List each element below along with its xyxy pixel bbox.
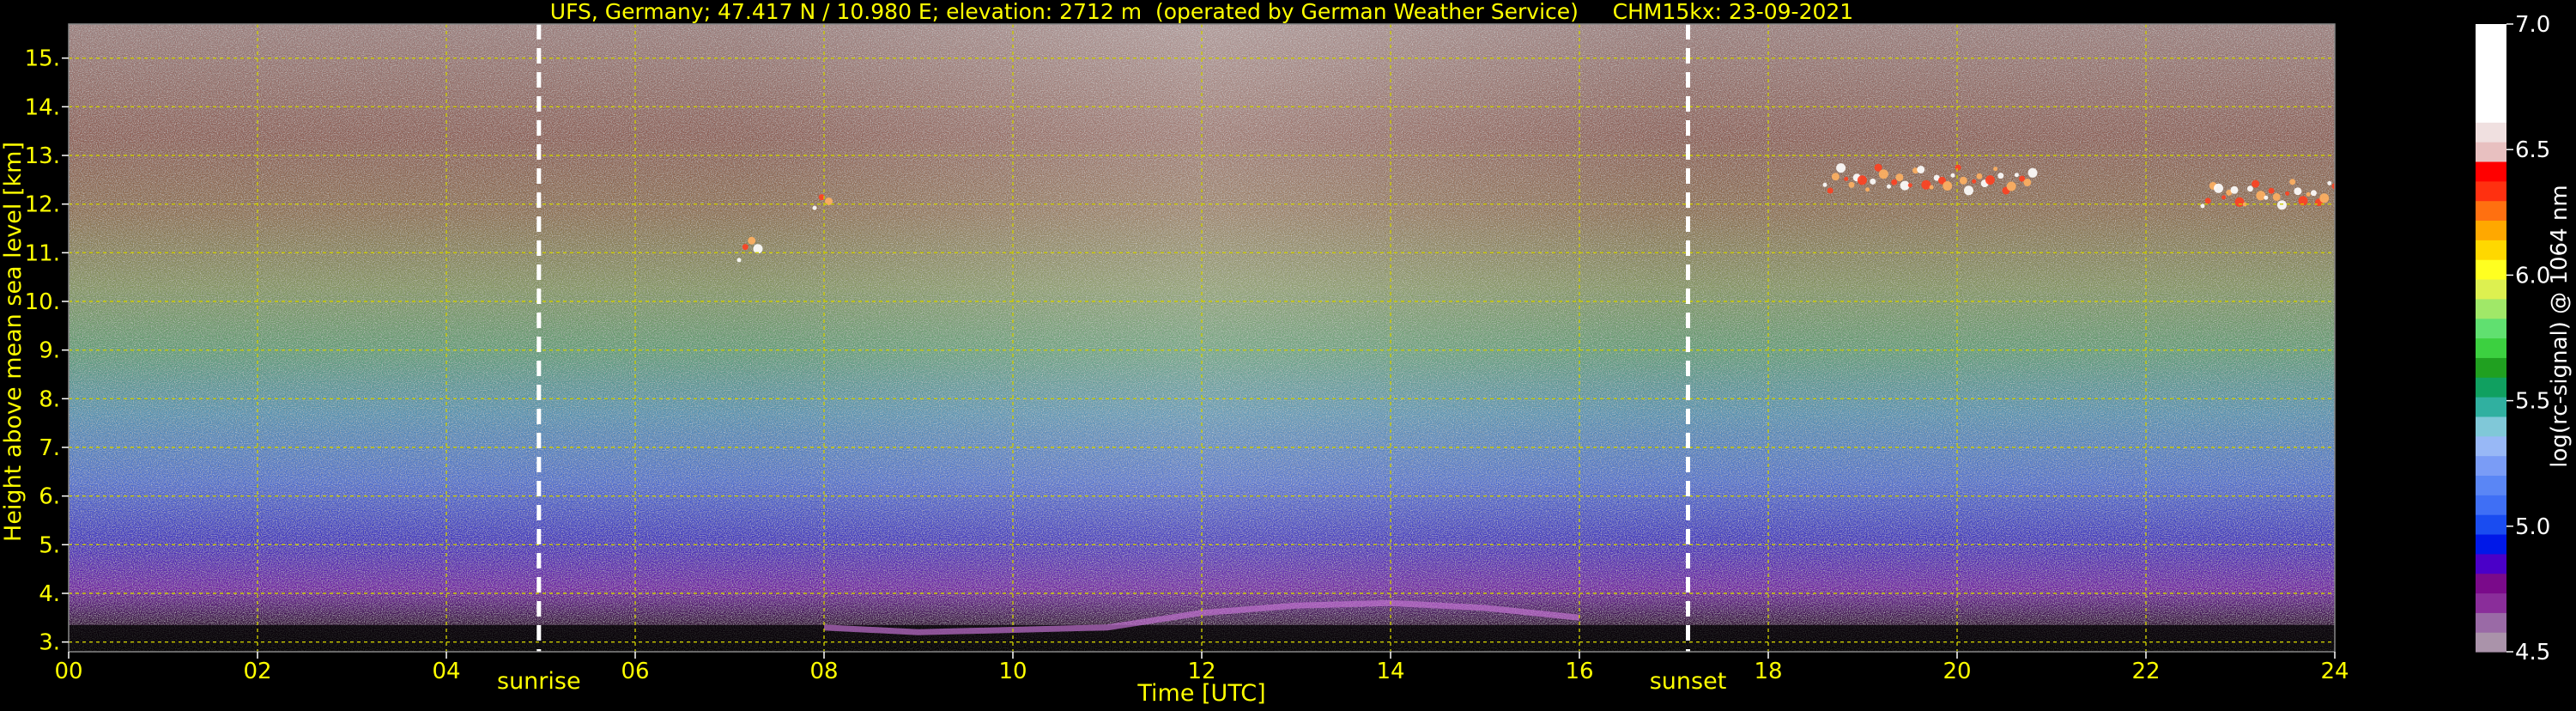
colorbar-segment <box>2476 102 2506 123</box>
colorbar-tick-label: 5.5 <box>2515 389 2550 415</box>
colorbar-segment <box>2476 63 2506 84</box>
colorbar-segment <box>2476 200 2506 222</box>
colorbar-segment <box>2476 573 2506 594</box>
colorbar-segment <box>2476 455 2506 476</box>
y-tick-label: 10. <box>25 289 60 315</box>
x-tick-label: 18 <box>1754 659 1782 684</box>
y-tick-label: 7. <box>39 435 60 461</box>
y-tick-label: 15. <box>25 46 60 72</box>
colorbar-segment <box>2476 24 2506 45</box>
colorbar-segment <box>2476 435 2506 457</box>
chart-title: UFS, Germany; 47.417 N / 10.980 E; eleva… <box>550 0 1853 24</box>
y-tick-label: 6. <box>39 484 60 510</box>
colorbar: 4.5 5.0 5.5 6.0 6.5 7.0 <box>2476 12 2550 665</box>
y-tick-label: 5. <box>39 532 60 558</box>
colorbar-segment <box>2476 240 2506 260</box>
x-tick-label: 16 <box>1565 659 1593 684</box>
colorbar-segment <box>2476 514 2506 535</box>
x-tick-label: 06 <box>621 659 649 684</box>
colorbar-tick-label: 6.5 <box>2515 137 2550 163</box>
colorbar-segment <box>2476 220 2506 240</box>
colorbar-segment <box>2476 377 2506 398</box>
y-tick-label: 8. <box>39 386 60 412</box>
colorbar-segment <box>2476 278 2506 300</box>
sunset-label: sunset <box>1650 668 1727 695</box>
colorbar-segment <box>2476 298 2506 319</box>
x-tick-label: 10 <box>998 659 1027 684</box>
y-tick-label: 14. <box>25 94 60 120</box>
y-tick-label: 3. <box>39 630 60 656</box>
x-tick-label: 08 <box>809 659 838 684</box>
y-tick-label: 4. <box>39 581 60 607</box>
colorbar-segment <box>2476 337 2506 358</box>
colorbar-segment <box>2476 495 2506 515</box>
chart-svg: sunrise sunset 00 02 04 06 08 10 12 14 16 18 20 22 24… <box>0 0 2573 707</box>
y-tick-label: 13. <box>25 143 60 169</box>
colorbar-segment <box>2476 475 2506 495</box>
colorbar-segment <box>2476 259 2506 280</box>
colorbar-segment <box>2476 180 2506 202</box>
colorbar-segment <box>2476 82 2506 103</box>
colorbar-segment <box>2476 592 2506 613</box>
colorbar-tick-label: 7.0 <box>2515 12 2550 38</box>
x-tick-label: 00 <box>54 659 82 684</box>
daytime-noise-band <box>730 24 1674 652</box>
colorbar-segment <box>2476 122 2506 143</box>
colorbar-segment <box>2476 142 2506 162</box>
y-tick-label: 11. <box>25 240 60 266</box>
colorbar-segment <box>2476 397 2506 417</box>
colorbar-tick-label: 4.5 <box>2515 640 2550 665</box>
colorbar-segment <box>2476 632 2506 653</box>
y-axis-label: Height above mean sea level [km] <box>0 142 27 542</box>
x-tick-label: 14 <box>1376 659 1404 684</box>
y-tick-label: 9. <box>39 338 60 364</box>
colorbar-segment <box>2476 357 2506 378</box>
x-tick-label: 24 <box>2320 659 2349 684</box>
colorbar-tick-label: 6.0 <box>2515 263 2550 289</box>
plot-area <box>69 24 2335 652</box>
x-tick-label: 04 <box>432 659 460 684</box>
x-tick-label: 02 <box>243 659 271 684</box>
y-axis: 3. 4. 5. 6. 7. 8. 9. 10. 11. 12. 13. 14. 15. <box>25 46 69 656</box>
x-axis-label: Time [UTC] <box>1136 680 1265 707</box>
colorbar-segment <box>2476 553 2506 574</box>
colorbar-label: log(rc-signal) @ 1064 nm <box>2547 185 2573 467</box>
x-tick-label: 22 <box>2131 659 2160 684</box>
sunrise-label: sunrise <box>497 668 581 695</box>
colorbar-segment <box>2476 318 2506 339</box>
x-tick-label: 20 <box>1943 659 1971 684</box>
ceilometer-chart: sunrise sunset 00 02 04 06 08 10 12 14 16 18 20 22 24… <box>0 0 2576 708</box>
colorbar-segment <box>2476 161 2506 182</box>
colorbar-segment <box>2476 416 2506 437</box>
colorbar-segment <box>2476 612 2506 633</box>
colorbar-segment <box>2476 533 2506 555</box>
colorbar-segment <box>2476 43 2506 64</box>
y-tick-label: 12. <box>25 192 60 218</box>
colorbar-tick-label: 5.0 <box>2515 514 2550 540</box>
